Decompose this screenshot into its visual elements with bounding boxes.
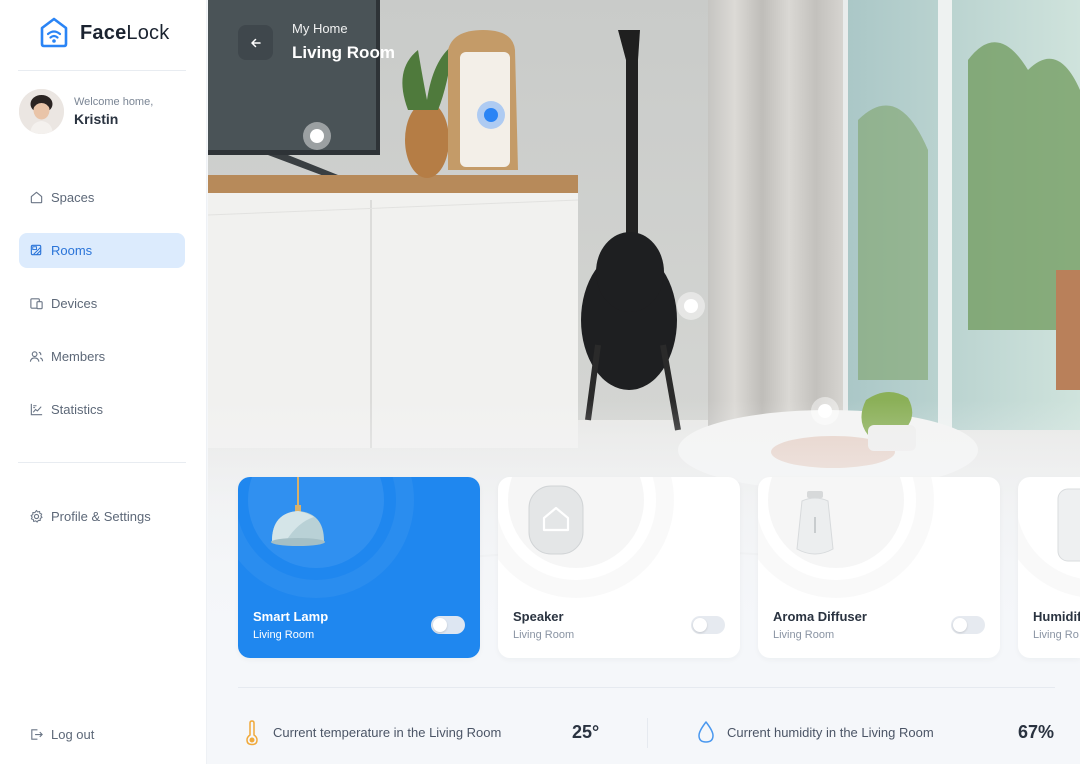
speaker-icon xyxy=(528,485,584,555)
nav-item-statistics[interactable]: Statistics xyxy=(19,392,185,427)
device-card-speaker[interactable]: Speaker Living Room xyxy=(498,477,740,658)
diffuser-icon xyxy=(796,491,834,555)
statistics-icon xyxy=(30,403,43,416)
device-room: Living Room xyxy=(513,629,575,641)
device-card-aroma-diffuser[interactable]: Aroma Diffuser Living Room xyxy=(758,477,1000,658)
nav-label: Rooms xyxy=(51,243,93,258)
temperature-value: 25° xyxy=(572,722,600,742)
hotspot-speaker[interactable] xyxy=(677,292,705,320)
brand-name: FaceLock xyxy=(80,21,170,44)
facelock-logo-icon xyxy=(40,17,68,48)
lamp-icon xyxy=(271,477,325,546)
avatar[interactable] xyxy=(19,89,64,134)
device-room: Living Room xyxy=(253,629,315,641)
home-icon xyxy=(30,191,43,204)
hotspot-smart-lamp[interactable] xyxy=(477,101,505,129)
breadcrumb[interactable]: My Home xyxy=(292,21,348,36)
members-icon xyxy=(29,351,44,362)
device-name: Smart Lamp xyxy=(253,609,329,624)
device-name: Speaker xyxy=(513,609,564,624)
logout-icon xyxy=(31,729,43,740)
device-room: Living Ro xyxy=(1033,629,1079,641)
device-toggle[interactable] xyxy=(951,616,985,634)
welcome-text: Welcome home, xyxy=(74,96,154,108)
device-name: Aroma Diffuser xyxy=(773,609,867,624)
nav-label: Spaces xyxy=(51,190,95,205)
device-toggle[interactable] xyxy=(431,616,465,634)
device-card-humidifier[interactable]: Humidifier Living Ro xyxy=(1018,477,1080,658)
nav-label: Members xyxy=(51,349,106,364)
nav-item-devices[interactable]: Devices xyxy=(19,286,185,321)
divider xyxy=(647,718,648,748)
droplet-icon xyxy=(698,721,714,743)
hotspot-tv[interactable] xyxy=(303,122,331,150)
page-title: Living Room xyxy=(292,43,395,62)
nav-label: Profile & Settings xyxy=(51,509,151,524)
divider xyxy=(238,687,1055,688)
humidity-label: Current humidity in the Living Room xyxy=(727,725,934,740)
user-greeting: Welcome home, Kristin xyxy=(19,89,153,134)
user-name: Kristin xyxy=(74,111,119,127)
nav-item-rooms[interactable]: Rooms xyxy=(19,233,185,268)
nav-item-profile-settings[interactable]: Profile & Settings xyxy=(19,499,185,534)
thermometer-icon xyxy=(246,720,258,746)
humidity-value: 67% xyxy=(1018,722,1055,742)
arrow-left-icon xyxy=(250,38,261,47)
nav-label: Log out xyxy=(51,727,95,742)
nav-label: Devices xyxy=(51,296,98,311)
logout-button[interactable]: Log out xyxy=(19,717,185,752)
rooms-icon xyxy=(30,244,42,256)
devices-icon xyxy=(30,298,43,310)
humidifier-icon xyxy=(1057,488,1080,562)
divider xyxy=(18,462,186,463)
gear-icon xyxy=(30,509,43,523)
back-button[interactable] xyxy=(238,25,273,60)
sidebar: FaceLock Welcome home, Kristin Spaces Ro… xyxy=(0,0,207,764)
brand-logo[interactable]: FaceLock xyxy=(38,16,169,50)
device-card-smart-lamp[interactable]: Smart Lamp Living Room xyxy=(238,477,480,658)
device-name: Humidifier xyxy=(1033,609,1080,624)
nav-item-members[interactable]: Members xyxy=(19,339,185,374)
temperature-label: Current temperature in the Living Room xyxy=(273,725,502,740)
divider xyxy=(18,70,186,71)
nav-label: Statistics xyxy=(51,402,104,417)
device-toggle[interactable] xyxy=(691,616,725,634)
nav-item-spaces[interactable]: Spaces xyxy=(19,180,185,215)
device-room: Living Room xyxy=(773,629,835,641)
hotspot-aroma-diffuser[interactable] xyxy=(811,397,839,425)
